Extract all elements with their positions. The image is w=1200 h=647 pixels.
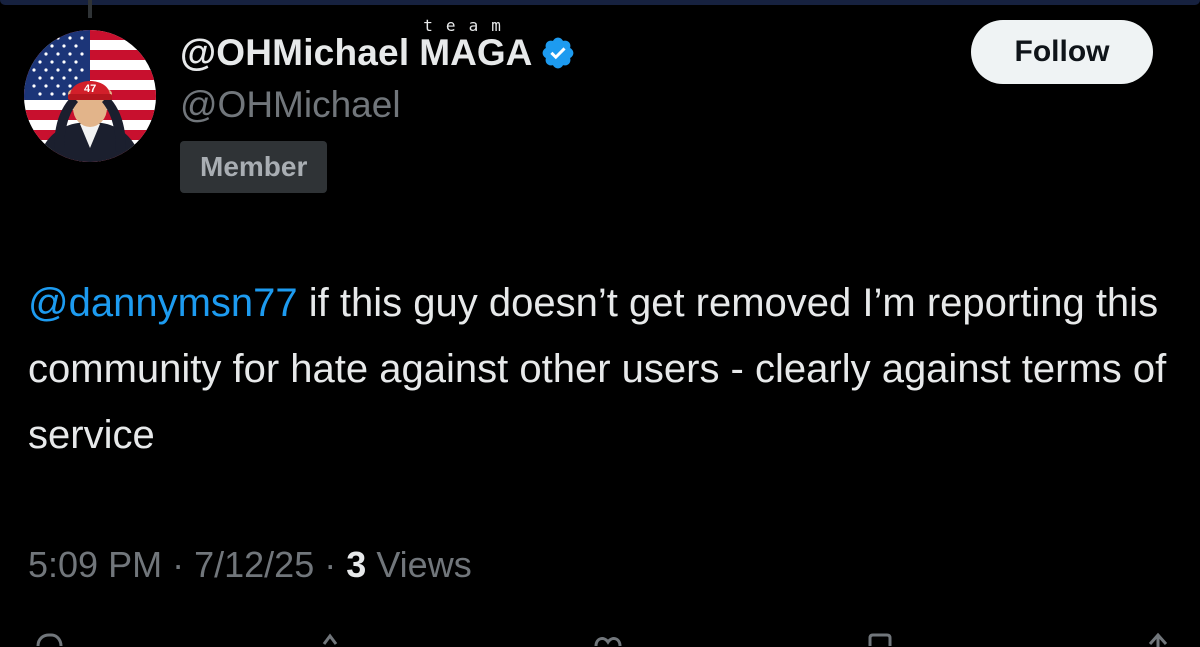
thread-connector-line — [88, 0, 92, 18]
post-detail-view: 47 @OHMichael team MAGA @OHMichael Membe… — [0, 0, 1200, 647]
top-edge — [0, 0, 1200, 8]
avatar-cap-text: 47 — [84, 83, 96, 95]
reply-icon[interactable] — [30, 630, 66, 647]
author-handle[interactable]: @OHMichael — [180, 84, 401, 126]
mention-link[interactable]: @dannymsn77 — [28, 281, 298, 325]
author-name-suffix-wrap: team MAGA — [419, 16, 532, 74]
bookmark-icon[interactable] — [862, 630, 898, 647]
views-count: 3 — [346, 544, 367, 585]
post-action-bar — [0, 630, 1200, 647]
author-name-row: @OHMichael team MAGA — [180, 16, 576, 78]
post-date[interactable]: 7/12/25 — [194, 544, 314, 585]
community-member-badge: Member — [180, 141, 328, 193]
meta-separator: · — [324, 544, 337, 585]
post-time[interactable]: 5:09 PM — [28, 544, 162, 585]
post-metadata: 5:09 PM · 7/12/25 · 3 Views — [28, 544, 472, 586]
author-display-name[interactable]: @OHMichael — [180, 32, 409, 74]
previous-post-edge — [0, 0, 1200, 5]
author-name-superscript: team — [423, 16, 514, 35]
follow-button[interactable]: Follow — [971, 20, 1153, 84]
share-icon[interactable] — [1140, 630, 1176, 647]
avatar[interactable]: 47 — [24, 30, 156, 162]
repost-icon[interactable] — [318, 630, 354, 647]
meta-separator: · — [172, 544, 185, 585]
avatar-image: 47 — [24, 30, 156, 162]
verified-badge-icon[interactable] — [540, 35, 576, 71]
author-name-suffix[interactable]: MAGA — [419, 32, 532, 73]
views-label: Views — [376, 544, 472, 585]
post-text: @dannymsn77 if this guy doesn’t get remo… — [28, 270, 1178, 468]
like-icon[interactable] — [590, 630, 626, 647]
